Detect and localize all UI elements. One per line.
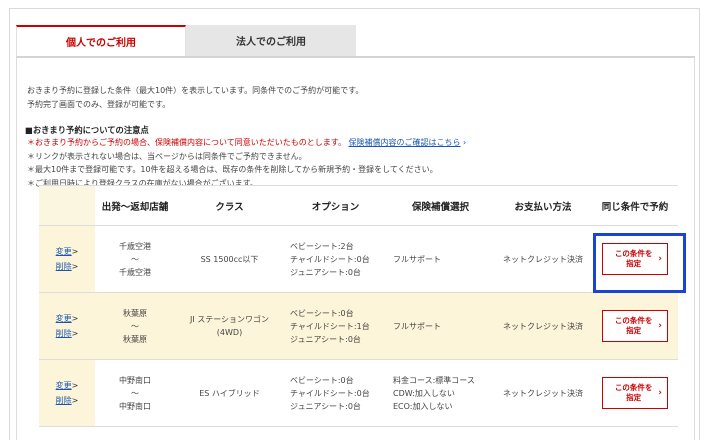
class-cell: ES ハイブリッド bbox=[175, 359, 284, 427]
rebook-cell: この条件を 指定 › bbox=[592, 359, 678, 427]
header-class: クラス bbox=[175, 185, 284, 226]
options-cell: ベビーシート:2台 チャイルドシート:0台 ジュニアシート:0台 bbox=[284, 225, 387, 293]
header-actions bbox=[39, 185, 95, 226]
select-condition-button[interactable]: この条件を 指定 › bbox=[602, 377, 668, 409]
select-condition-button[interactable]: この条件を 指定 › bbox=[602, 243, 668, 275]
insurance-cell: フルサポート bbox=[387, 292, 494, 360]
usage-tabs: 個人でのご利用 法人でのご利用 bbox=[16, 25, 356, 56]
store-cell: 千歳空港 ～ 千歳空港 bbox=[95, 225, 175, 293]
chevron-right-icon: > bbox=[71, 262, 79, 271]
header-stores: 出発～返却店舗 bbox=[95, 185, 175, 226]
row-actions: 変更> 削除> bbox=[39, 359, 95, 427]
favorites-table: 出発～返却店舗 クラス オプション 保険補償選択 お支払い方法 同じ条件で予約 … bbox=[39, 185, 678, 427]
tab-corporate[interactable]: 法人でのご利用 bbox=[186, 25, 356, 56]
delete-link[interactable]: 削除 bbox=[56, 262, 72, 271]
class-cell: SS 1500cc以下 bbox=[175, 225, 284, 293]
edit-link[interactable]: 変更 bbox=[56, 381, 72, 390]
rebook-cell: この条件を 指定 › bbox=[592, 292, 678, 360]
table-row: 変更> 削除> 中野南口 ～ 中野南口 ES ハイブリッド ベビーシート:0台 … bbox=[39, 359, 678, 427]
chevron-right-icon: › bbox=[658, 388, 662, 398]
header-payment: お支払い方法 bbox=[494, 185, 592, 226]
edit-link[interactable]: 変更 bbox=[56, 247, 72, 256]
row-actions: 変更> 削除> bbox=[39, 225, 95, 293]
intro-line-1: おきまり予約に登録した条件（最大10件）を表示しています。同条件でのご予約が可能… bbox=[27, 86, 364, 95]
chevron-right-icon: › bbox=[658, 254, 662, 264]
favorites-panel: おきまり予約に登録した条件（最大10件）を表示しています。同条件でのご予約が可能… bbox=[16, 56, 695, 440]
note-item-limit: ＊最大10件まで登録可能です。10件を超える場合は、既存の条件を削除してから新規… bbox=[27, 165, 438, 174]
select-condition-button[interactable]: この条件を 指定 › bbox=[602, 310, 668, 342]
chevron-right-icon: > bbox=[71, 314, 79, 323]
header-insurance: 保険補償選択 bbox=[387, 185, 494, 226]
class-cell: JI ステーションワゴン (4WD) bbox=[175, 292, 284, 360]
intro-line-2: 予約完了画面でのみ、登録が可能です。 bbox=[27, 100, 171, 109]
notes-title: ■おきまり予約についての注意点 bbox=[25, 125, 149, 135]
store-cell: 秋葉原 ～ 秋葉原 bbox=[95, 292, 175, 360]
chevron-right-icon: › bbox=[658, 321, 662, 331]
insurance-details-link[interactable]: 保険補償内容のご確認はこちら bbox=[349, 138, 461, 147]
edit-link[interactable]: 変更 bbox=[56, 314, 72, 323]
notes-list: ＊おきまり予約からご予約の場合、保険補償内容について同意いただいたものとします。… bbox=[27, 136, 466, 190]
header-rebook: 同じ条件で予約 bbox=[592, 185, 678, 226]
table-row: 変更> 削除> 千歳空港 ～ 千歳空港 SS 1500cc以下 ベビーシート:2… bbox=[39, 225, 678, 293]
chevron-right-icon: > bbox=[71, 329, 79, 338]
chevron-right-icon: > bbox=[71, 381, 79, 390]
row-actions: 変更> 削除> bbox=[39, 292, 95, 360]
page-frame: 個人でのご利用 法人でのご利用 おきまり予約に登録した条件（最大10件）を表示し… bbox=[9, 8, 700, 440]
tab-personal[interactable]: 個人でのご利用 bbox=[16, 25, 186, 56]
options-cell: ベビーシート:0台 チャイルドシート:0台 ジュニアシート:0台 bbox=[284, 359, 387, 427]
store-cell: 中野南口 ～ 中野南口 bbox=[95, 359, 175, 427]
payment-cell: ネットクレジット決済 bbox=[494, 359, 592, 427]
delete-link[interactable]: 削除 bbox=[56, 329, 72, 338]
payment-cell: ネットクレジット決済 bbox=[494, 292, 592, 360]
delete-link[interactable]: 削除 bbox=[56, 396, 72, 405]
note-item-consent: ＊おきまり予約からご予約の場合、保険補償内容について同意いただいたものとします。… bbox=[27, 138, 467, 147]
chevron-right-icon: › bbox=[460, 138, 467, 147]
header-options: オプション bbox=[284, 185, 387, 226]
insurance-cell: フルサポート bbox=[387, 225, 494, 293]
rebook-cell: この条件を 指定 › bbox=[592, 225, 678, 293]
note-item-link: ＊リンクが表示されない場合は、当ページからは同条件でご予約できません。 bbox=[27, 151, 307, 161]
payment-cell: ネットクレジット決済 bbox=[494, 225, 592, 293]
table-header-row: 出発～返却店舗 クラス オプション 保険補償選択 お支払い方法 同じ条件で予約 bbox=[39, 185, 678, 226]
intro-text: おきまり予約に登録した条件（最大10件）を表示しています。同条件でのご予約が可能… bbox=[27, 84, 363, 112]
options-cell: ベビーシート:0台 チャイルドシート:1台 ジュニアシート:0台 bbox=[284, 292, 387, 360]
table-row: 変更> 削除> 秋葉原 ～ 秋葉原 JI ステーションワゴン (4WD) ベビー… bbox=[39, 292, 678, 360]
chevron-right-icon: > bbox=[71, 396, 79, 405]
chevron-right-icon: > bbox=[71, 247, 79, 256]
insurance-cell: 料金コース:標準コース CDW:加入しない ECO:加入しない bbox=[387, 359, 494, 427]
